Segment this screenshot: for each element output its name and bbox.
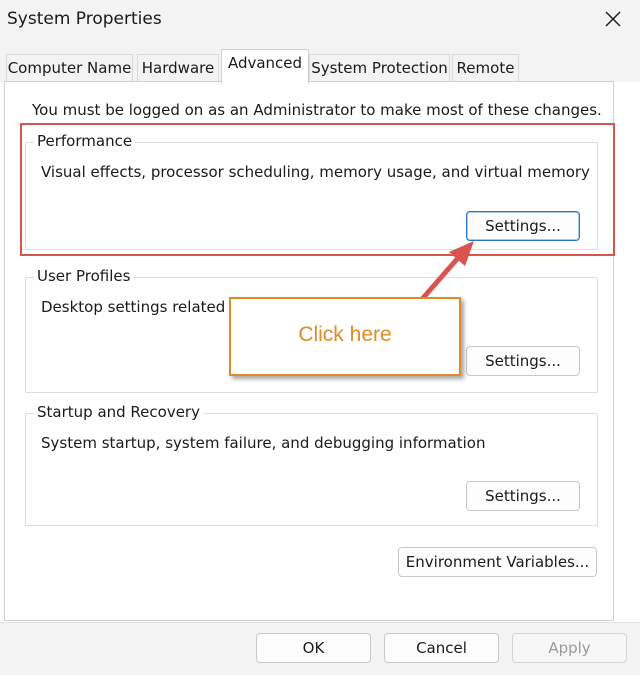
tab-strip: Computer Name Hardware Advanced System P… xyxy=(0,40,640,84)
user-profiles-label: User Profiles xyxy=(34,267,134,285)
tab-computer-name[interactable]: Computer Name xyxy=(6,54,133,81)
user-profiles-settings-button[interactable]: Settings... xyxy=(466,346,580,376)
apply-button[interactable]: Apply xyxy=(512,633,627,663)
window-title: System Properties xyxy=(7,9,162,29)
environment-variables-button[interactable]: Environment Variables... xyxy=(398,547,597,577)
close-button[interactable] xyxy=(590,4,636,34)
performance-label: Performance xyxy=(34,132,136,150)
cancel-button[interactable]: Cancel xyxy=(384,633,499,663)
user-profiles-description: Desktop settings related to xyxy=(41,298,246,316)
startup-recovery-label: Startup and Recovery xyxy=(34,403,203,421)
performance-settings-button[interactable]: Settings... xyxy=(466,211,580,241)
click-here-callout: Click here xyxy=(229,297,461,376)
callout-text: Click here xyxy=(298,323,392,346)
performance-description: Visual effects, processor scheduling, me… xyxy=(41,163,590,181)
tab-advanced[interactable]: Advanced xyxy=(221,49,309,84)
tab-hardware[interactable]: Hardware xyxy=(137,54,219,81)
ok-button[interactable]: OK xyxy=(256,633,371,663)
startup-recovery-settings-button[interactable]: Settings... xyxy=(466,481,580,511)
tab-remote[interactable]: Remote xyxy=(452,54,519,81)
tab-system-protection[interactable]: System Protection xyxy=(309,54,450,81)
admin-note: You must be logged on as an Administrato… xyxy=(32,101,602,119)
title-bar: System Properties xyxy=(0,0,640,40)
startup-recovery-description: System startup, system failure, and debu… xyxy=(41,434,486,452)
close-icon xyxy=(605,11,621,27)
